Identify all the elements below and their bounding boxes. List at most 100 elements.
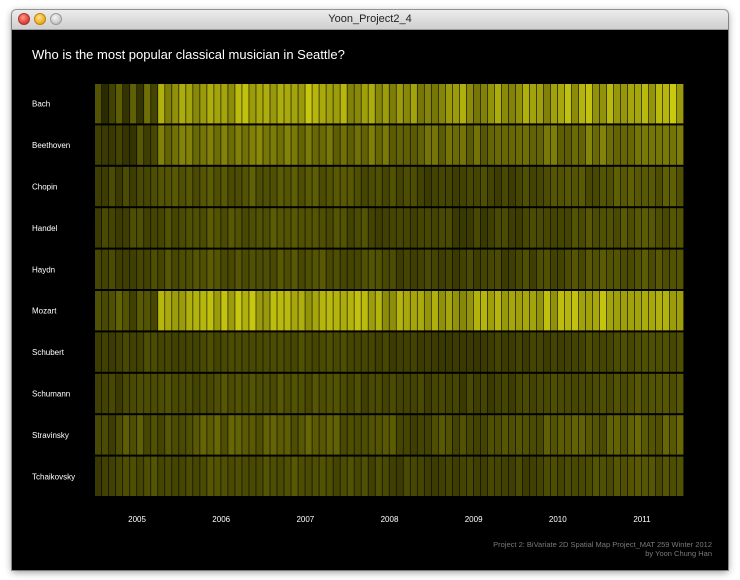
heatmap-cell	[165, 373, 172, 414]
heatmap-cell	[676, 84, 684, 124]
heatmap-cell	[137, 125, 144, 165]
heatmap-cell	[459, 125, 467, 165]
heatmap-cell	[284, 84, 291, 124]
heatmap-cell	[494, 373, 502, 414]
heatmap-cell	[662, 125, 670, 165]
heatmap-cell	[305, 166, 312, 207]
heatmap-cell	[193, 166, 200, 207]
row-label: Handel	[32, 224, 58, 233]
heatmap-cell	[347, 125, 354, 165]
heatmap-cell	[557, 291, 565, 331]
heatmap-cell	[382, 84, 389, 124]
heatmap-cell	[354, 373, 361, 414]
heatmap-cell	[410, 332, 417, 372]
heatmap-cell	[123, 456, 130, 496]
heatmap-cell	[466, 332, 474, 372]
heatmap-cell	[606, 249, 614, 289]
heatmap-cell	[466, 125, 474, 165]
heatmap-cell	[515, 84, 523, 124]
heatmap-cell	[431, 415, 438, 455]
heatmap-cell	[158, 332, 165, 372]
heatmap-cell	[634, 456, 642, 496]
heatmap-cell	[312, 291, 319, 331]
heatmap-cell	[221, 84, 228, 124]
heatmap-cell	[347, 249, 354, 289]
heatmap-cell	[347, 332, 354, 372]
heatmap-cell	[641, 84, 649, 124]
heatmap-cell	[431, 84, 438, 124]
heatmap-cell	[417, 125, 424, 165]
heatmap-cell	[235, 125, 242, 165]
heatmap-cell	[410, 208, 417, 248]
heatmap-cell	[417, 291, 424, 331]
heatmap-cell	[333, 332, 340, 372]
heatmap-cell	[214, 291, 221, 331]
heatmap-cell	[452, 332, 460, 372]
heatmap-cell	[123, 332, 130, 372]
heatmap-cell	[578, 332, 586, 372]
heatmap-cell	[599, 249, 607, 289]
credits-line-2: by Yoon Chung Han	[645, 549, 712, 558]
heatmap-cell	[123, 166, 130, 207]
heatmap-cell	[501, 332, 509, 372]
heatmap-cell	[347, 373, 354, 414]
heatmap-cell	[634, 415, 642, 455]
heatmap-cell	[361, 415, 368, 455]
heatmap-cell	[480, 332, 488, 372]
heatmap-cell	[305, 291, 312, 331]
heatmap-cell	[193, 84, 200, 124]
heatmap-cell	[375, 373, 382, 414]
heatmap-cell	[172, 208, 179, 248]
row-label: Stravinsky	[32, 431, 69, 440]
heatmap-cell	[389, 84, 396, 124]
heatmap-cell	[361, 208, 368, 248]
heatmap-cell	[368, 249, 375, 289]
heatmap-cell	[599, 332, 607, 372]
heatmap-cell	[529, 373, 537, 414]
heatmap-cell	[354, 332, 361, 372]
heatmap-cell	[256, 456, 263, 496]
heatmap-cell	[571, 456, 579, 496]
heatmap-cell	[333, 84, 340, 124]
heatmap-cell	[312, 84, 319, 124]
heatmap-cell	[375, 332, 382, 372]
heatmap-cell	[389, 208, 396, 248]
heatmap-cell	[508, 291, 516, 331]
heatmap-cell	[123, 415, 130, 455]
heatmap-cell	[333, 249, 340, 289]
heatmap-cell	[606, 208, 614, 248]
heatmap-cell	[543, 415, 551, 455]
heatmap-cell	[459, 208, 467, 248]
heatmap-cell	[662, 415, 670, 455]
heatmap-cell	[403, 125, 410, 165]
heatmap-cell	[123, 249, 130, 289]
heatmap-cell	[347, 166, 354, 207]
heatmap-cell	[599, 84, 607, 124]
heatmap-cell	[403, 415, 410, 455]
heatmap-cell	[214, 84, 221, 124]
heatmap-cell	[431, 332, 438, 372]
heatmap-cell	[291, 332, 298, 372]
heatmap-cell	[186, 208, 193, 248]
heatmap-cell	[347, 291, 354, 331]
heatmap-cell	[585, 84, 593, 124]
heatmap-cell	[249, 373, 256, 414]
heatmap-cell	[669, 291, 677, 331]
heatmap-cell	[221, 291, 228, 331]
heatmap-cell	[585, 415, 593, 455]
heatmap-cell	[340, 249, 347, 289]
heatmap-cell	[361, 84, 368, 124]
heatmap-cell	[291, 84, 298, 124]
row-label: Haydn	[32, 265, 55, 274]
heatmap-cell	[375, 415, 382, 455]
heatmap-cell	[620, 166, 628, 207]
heatmap-cell	[228, 249, 235, 289]
heatmap-cell	[116, 415, 123, 455]
heatmap-cell	[403, 84, 410, 124]
heatmap-cell	[578, 456, 586, 496]
heatmap-cell	[508, 249, 516, 289]
heatmap-cell	[95, 125, 102, 165]
heatmap-cell	[522, 249, 530, 289]
heatmap-cell	[445, 415, 453, 455]
heatmap-cell	[361, 291, 368, 331]
